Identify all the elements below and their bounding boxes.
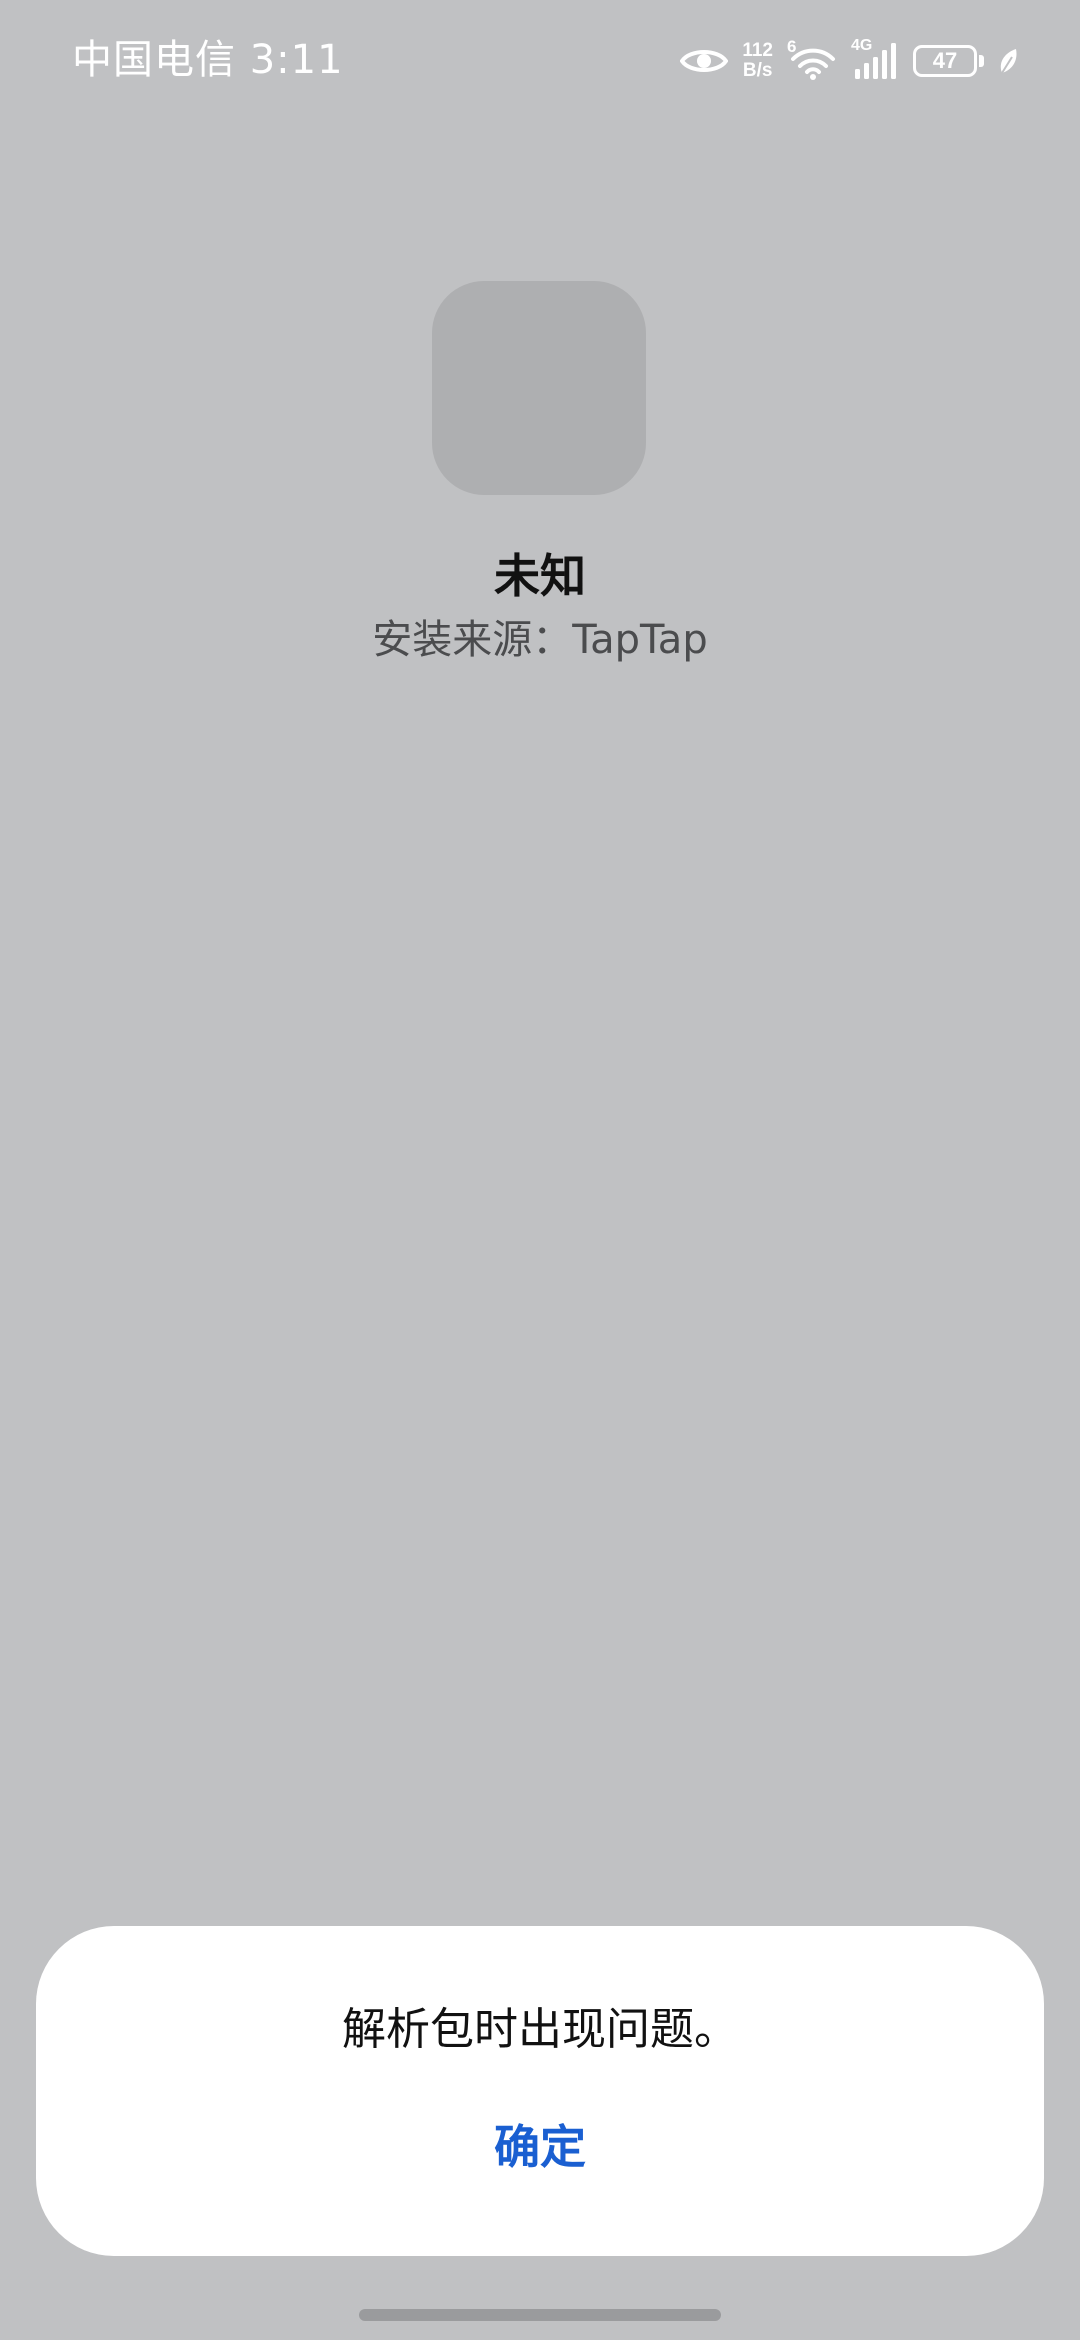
battery-tip <box>979 55 984 67</box>
error-dialog: 解析包时出现问题。 确定 <box>36 1926 1044 2256</box>
leaf-icon <box>1000 49 1017 74</box>
dialog-message: 解析包时出现问题。 <box>342 2004 738 2055</box>
battery-level: 47 <box>932 48 958 73</box>
app-icon-placeholder <box>432 281 646 495</box>
eye-icon <box>680 50 729 72</box>
network-speed-unit: B/s <box>742 60 773 81</box>
network-speed-value: 112 <box>742 40 773 61</box>
install-source: 安装来源：TapTap <box>372 617 708 663</box>
network-speed: 112 B/s <box>742 41 773 81</box>
confirm-button[interactable]: 确定 <box>440 2110 640 2184</box>
cellular-indicator: 4G <box>851 37 899 81</box>
carrier-time: 中国电信 3:11 <box>72 37 344 83</box>
status-bar: 中国电信 3:11 112 B/s 6 4G 47 <box>0 0 1080 120</box>
home-indicator[interactable] <box>359 2309 721 2321</box>
app-name: 未知 <box>494 549 586 603</box>
status-icons: 112 B/s 6 4G 47 <box>680 36 1020 86</box>
wifi-indicator: 6 <box>787 37 837 81</box>
signal-icon <box>855 43 896 79</box>
wifi-icon <box>791 48 835 80</box>
battery-icon: 47 <box>913 45 977 77</box>
battery-indicator: 47 <box>913 45 984 77</box>
